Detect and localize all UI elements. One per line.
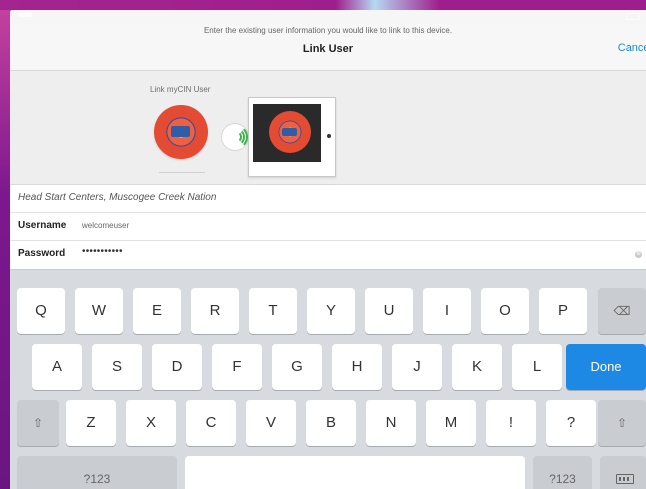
avatar-divider xyxy=(159,172,205,173)
key-s[interactable]: S xyxy=(92,344,142,390)
space-bar[interactable] xyxy=(185,456,525,489)
key-o[interactable]: O xyxy=(481,288,529,334)
keyboard-icon xyxy=(616,474,634,484)
clear-password-icon[interactable]: ⊗ xyxy=(635,251,642,258)
key-n[interactable]: N xyxy=(366,400,416,446)
key-c[interactable]: C xyxy=(186,400,236,446)
shift-left-icon[interactable]: ⇧ xyxy=(17,400,59,446)
key-f[interactable]: F xyxy=(212,344,262,390)
key-w[interactable]: W xyxy=(75,288,123,334)
wireless-link-icon xyxy=(221,123,249,151)
key-u[interactable]: U xyxy=(365,288,413,334)
key-d[interactable]: D xyxy=(152,344,202,390)
password-row[interactable]: Password ••••••••••• ⊗ xyxy=(10,241,646,269)
key-l[interactable]: L xyxy=(512,344,562,390)
key-q[interactable]: Q xyxy=(17,288,65,334)
device-frame-left xyxy=(0,0,10,489)
username-field[interactable]: welcomeuser xyxy=(82,221,129,230)
key-k[interactable]: K xyxy=(452,344,502,390)
link-caption: Link myCIN User xyxy=(150,85,211,94)
password-field[interactable]: ••••••••••• xyxy=(82,246,123,257)
keyboard-dismiss-button[interactable] xyxy=(600,456,646,489)
user-avatar-icon xyxy=(154,105,208,159)
battery-icon xyxy=(626,13,640,20)
device-user-avatar-icon xyxy=(269,111,311,153)
link-user-form: Head Start Centers, Muscogee Creek Natio… xyxy=(10,184,646,270)
key-r[interactable]: R xyxy=(191,288,239,334)
tablet-screen xyxy=(253,104,321,162)
signal-indicator xyxy=(18,12,32,17)
key-g[interactable]: G xyxy=(272,344,322,390)
link-illustration: Link myCIN User xyxy=(10,71,646,184)
key-p[interactable]: P xyxy=(539,288,587,334)
username-label: Username xyxy=(18,220,67,231)
key-v[interactable]: V xyxy=(246,400,296,446)
instruction-text: Enter the existing user information you … xyxy=(203,26,453,35)
key-z[interactable]: Z xyxy=(66,400,116,446)
key-t[interactable]: T xyxy=(249,288,297,334)
tablet-home-button-icon xyxy=(327,134,331,138)
key-a[interactable]: A xyxy=(32,344,82,390)
link-user-header: Enter the existing user information you … xyxy=(10,24,646,71)
username-row[interactable]: Username welcomeuser xyxy=(10,213,646,241)
key-y[interactable]: Y xyxy=(307,288,355,334)
onscreen-keyboard: Q W E R T Y U I O P ⌫ A S D F G H J K L … xyxy=(10,269,646,489)
page-title: Link User xyxy=(302,43,354,55)
number-mode-left-button[interactable]: ?123 xyxy=(17,456,177,489)
key-exclamation[interactable]: ! xyxy=(486,400,536,446)
done-button[interactable]: Done xyxy=(566,344,646,390)
key-j[interactable]: J xyxy=(392,344,442,390)
wireless-arc-large xyxy=(224,125,248,149)
key-h[interactable]: H xyxy=(332,344,382,390)
password-label: Password xyxy=(18,248,66,259)
ios-screen: Enter the existing user information you … xyxy=(10,10,646,489)
key-e[interactable]: E xyxy=(133,288,181,334)
organization-row: Head Start Centers, Muscogee Creek Natio… xyxy=(10,185,646,213)
status-bar xyxy=(10,10,646,24)
number-mode-right-button[interactable]: ?123 xyxy=(533,456,592,489)
cancel-button[interactable]: Cancel xyxy=(618,42,646,54)
key-i[interactable]: I xyxy=(423,288,471,334)
tablet-icon xyxy=(248,97,336,177)
shift-right-icon[interactable]: ⇧ xyxy=(598,400,646,446)
key-m[interactable]: M xyxy=(426,400,476,446)
backspace-icon[interactable]: ⌫ xyxy=(598,288,646,334)
organization-name: Head Start Centers, Muscogee Creek Natio… xyxy=(18,192,217,203)
key-question[interactable]: ? xyxy=(546,400,596,446)
device-frame-top xyxy=(0,0,646,10)
key-x[interactable]: X xyxy=(126,400,176,446)
key-b[interactable]: B xyxy=(306,400,356,446)
